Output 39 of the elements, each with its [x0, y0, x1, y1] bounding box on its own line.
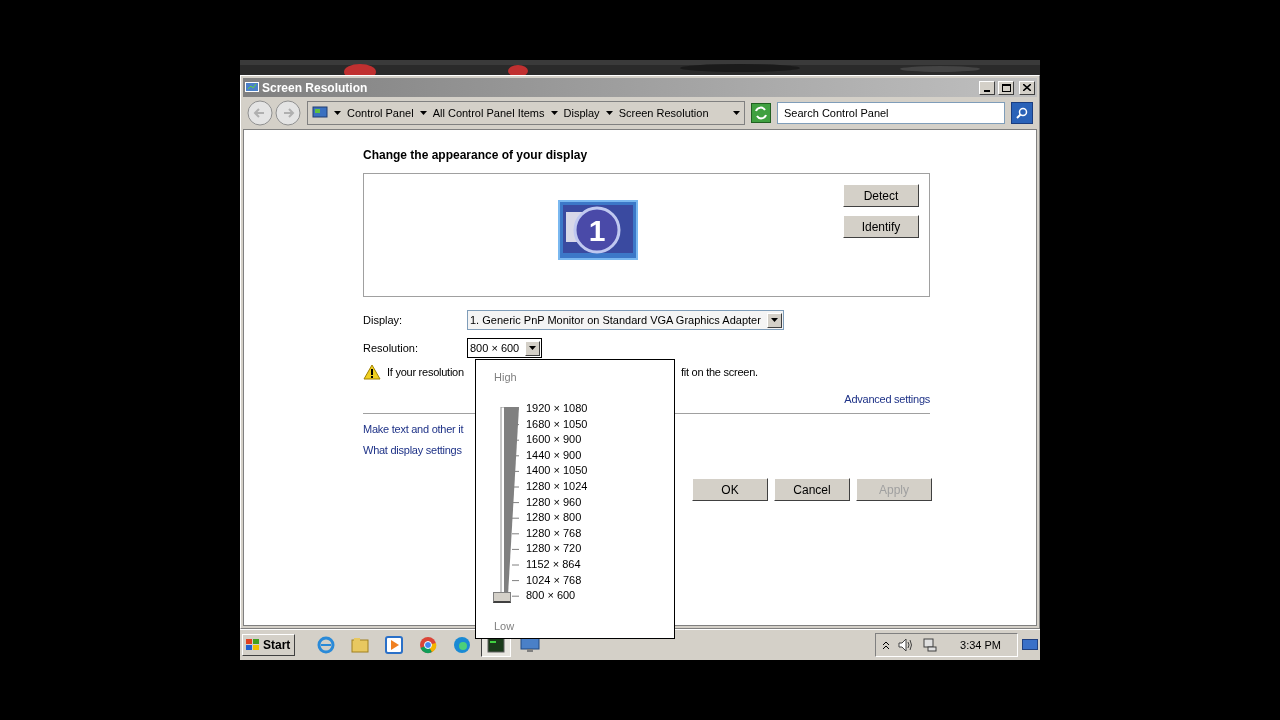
clock[interactable]: 3:34 PM — [960, 639, 1001, 651]
resolution-option[interactable]: 1680 × 1050 — [526, 416, 588, 433]
resolution-option[interactable]: 1600 × 900 — [526, 432, 588, 448]
breadcrumb-item[interactable]: Control Panel — [347, 107, 414, 119]
warning-text: fit on the screen. — [681, 366, 758, 378]
resolution-option[interactable]: 1280 × 768 — [526, 525, 588, 542]
window-title: Screen Resolution — [262, 80, 369, 95]
resolution-option[interactable]: 1280 × 800 — [526, 510, 588, 526]
field-label: Resolution: — [363, 342, 420, 354]
start-button[interactable]: Start — [242, 634, 296, 656]
resolution-option[interactable]: 1440 × 900 — [526, 447, 588, 464]
slider-label: High — [494, 371, 517, 383]
search-field[interactable]: Search Control Panel — [777, 102, 1005, 124]
breadcrumb-item[interactable]: Display — [563, 107, 600, 119]
display-dropdown[interactable]: 1. Generic PnP Monitor on Standard VGA Graphics Adapter — [467, 310, 784, 330]
dialog-button[interactable]: OK — [692, 478, 768, 501]
resolution-option[interactable]: 1152 × 864 — [526, 556, 588, 573]
resolution-option[interactable]: 1920 × 1080 — [526, 401, 588, 417]
panel-button[interactable]: Detect — [843, 184, 919, 207]
resolution-option[interactable]: 1280 × 720 — [526, 541, 588, 557]
slider-label: Low — [494, 620, 515, 632]
help-link[interactable]: What display settings — [363, 444, 462, 456]
resolution-option[interactable]: 1280 × 1024 — [526, 478, 588, 495]
breadcrumb-item[interactable]: Screen Resolution — [618, 107, 709, 119]
dialog-button[interactable]: Cancel — [774, 478, 850, 501]
resolution-option[interactable]: 1280 × 960 — [526, 494, 588, 511]
resolution-option[interactable]: 800 × 600 — [526, 588, 588, 604]
monitor-icon[interactable]: 1 — [558, 200, 638, 260]
section-heading: Change the appearance of your display — [363, 148, 589, 162]
warning-text: If your resolution — [387, 366, 465, 378]
advanced-settings-link[interactable]: Advanced settings — [844, 393, 930, 405]
field-label: Display: — [363, 314, 404, 326]
panel-button[interactable]: Identify — [843, 215, 919, 238]
resolution-option[interactable]: 1400 × 1050 — [526, 463, 588, 479]
resolution-option[interactable]: 1024 × 768 — [526, 572, 588, 589]
resolution-dropdown[interactable]: 800 × 600 — [467, 338, 543, 358]
breadcrumb-item[interactable]: All Control Panel Items — [432, 107, 545, 119]
help-link[interactable]: Make text and other it — [363, 423, 464, 435]
address-bar[interactable]: Control Panel All Control Panel Items Display Screen Resolution — [307, 101, 745, 125]
